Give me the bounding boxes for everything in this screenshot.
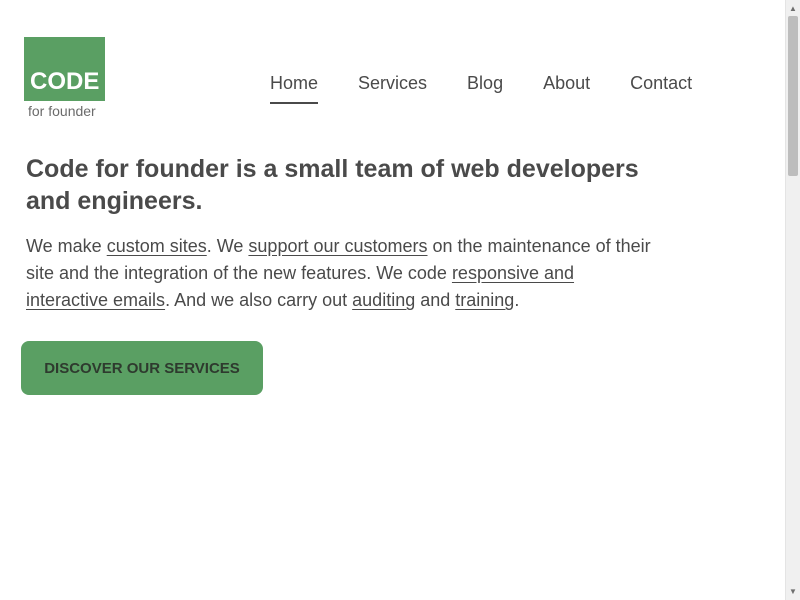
logo-tagline: for founder	[28, 103, 96, 119]
brand-logo[interactable]: CODE for founder	[24, 37, 105, 119]
intro-text: . We	[206, 236, 249, 256]
nav-item-blog[interactable]: Blog	[467, 73, 503, 104]
triangle-up-icon[interactable]: ▲	[789, 4, 797, 13]
vertical-scrollbar[interactable]: ▲ ▼	[785, 0, 800, 600]
intro-text: .	[514, 290, 520, 310]
intro-text: and	[415, 290, 456, 310]
auditing-link[interactable]: auditing	[352, 290, 415, 310]
logo-mark-text: CODE	[30, 68, 100, 95]
support-customers-link[interactable]: support our customers	[248, 236, 427, 256]
nav-item-home[interactable]: Home	[270, 73, 319, 104]
logo-mark: CODE	[24, 37, 105, 101]
triangle-down-icon[interactable]: ▼	[789, 587, 797, 596]
nav-item-services[interactable]: Services	[358, 73, 427, 104]
main-nav: Home Services Blog About Contact	[270, 73, 692, 104]
training-link[interactable]: training	[455, 290, 514, 310]
intro-text: We make	[26, 236, 107, 256]
intro-text: . And we also carry out	[165, 290, 353, 310]
hero-intro: We make custom sites. We support our cus…	[26, 233, 656, 314]
scrollbar-thumb[interactable]	[788, 16, 798, 176]
nav-item-contact[interactable]: Contact	[630, 73, 692, 104]
nav-item-about[interactable]: About	[543, 73, 590, 104]
discover-services-button[interactable]: DISCOVER OUR SERVICES	[21, 341, 263, 395]
custom-sites-link[interactable]: custom sites	[107, 236, 207, 256]
hero-headline: Code for founder is a small team of web …	[26, 155, 639, 215]
